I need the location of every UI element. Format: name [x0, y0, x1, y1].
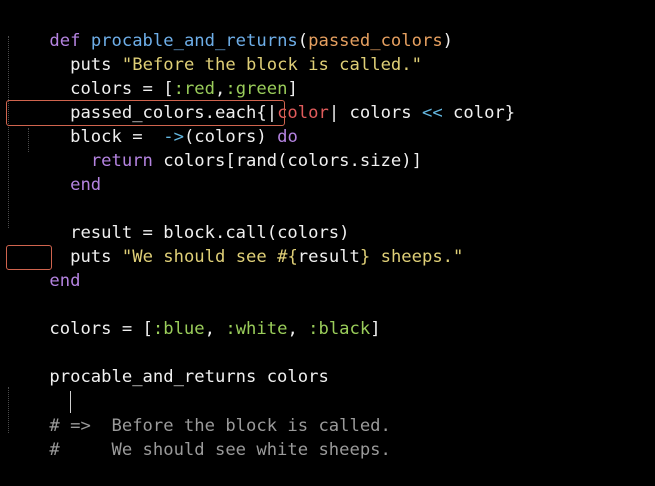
interpolation-var: result: [297, 247, 360, 267]
keyword-end: end: [70, 175, 102, 195]
code-line-17[interactable]: # => Before the block is called.: [8, 390, 390, 436]
comment: # We should see white sheeps.: [49, 440, 391, 460]
bracket-close: ]: [370, 319, 381, 339]
code-line-7[interactable]: end: [8, 149, 101, 195]
code-text: colors[rand(colors.size)]: [152, 151, 422, 171]
code-text: color}: [442, 103, 516, 123]
code-text: colors = [: [49, 319, 153, 339]
code-line-13[interactable]: colors = [:blue, :white, :black]: [8, 293, 380, 339]
string-literal: sheeps.": [370, 247, 464, 267]
code-line-15[interactable]: procable_and_returns colors: [8, 341, 328, 387]
paren-close: ): [442, 31, 454, 51]
text-cursor: [70, 391, 71, 413]
symbol-white: :white: [225, 319, 288, 339]
code-line-2[interactable]: puts "Before the block is called.": [8, 29, 422, 75]
interpolation-open: #{: [277, 247, 298, 267]
code-line-10[interactable]: puts "We should see #{result} sheeps.": [8, 221, 463, 267]
code-line-3[interactable]: colors = [:red,:green]: [8, 53, 298, 99]
interpolation-close: }: [359, 247, 371, 267]
pipe: |: [328, 103, 340, 123]
keyword-end: end: [49, 271, 81, 291]
code-line-18[interactable]: # We should see white sheeps.: [8, 414, 390, 460]
match-highlight-end: [6, 245, 52, 270]
symbol-black: :black: [308, 319, 371, 339]
match-highlight-block: [6, 100, 285, 126]
code-line-4[interactable]: passed_colors.each{|color| colors << col…: [8, 77, 515, 123]
code-text: colors: [339, 103, 422, 123]
comma: ,: [204, 319, 226, 339]
string-literal: "We should see: [121, 247, 278, 267]
comma: ,: [287, 319, 309, 339]
code-text: procable_and_returns colors: [49, 367, 329, 387]
code-line-6[interactable]: return colors[rand(colors.size)]: [8, 125, 422, 171]
symbol-blue: :blue: [152, 319, 205, 339]
code-editor[interactable]: def procable_and_returns(passed_colors) …: [0, 0, 655, 460]
code-line-9[interactable]: result = block.call(colors): [8, 197, 349, 243]
code-line-1[interactable]: def procable_and_returns(passed_colors): [8, 5, 453, 51]
shovel-operator: <<: [421, 103, 443, 123]
